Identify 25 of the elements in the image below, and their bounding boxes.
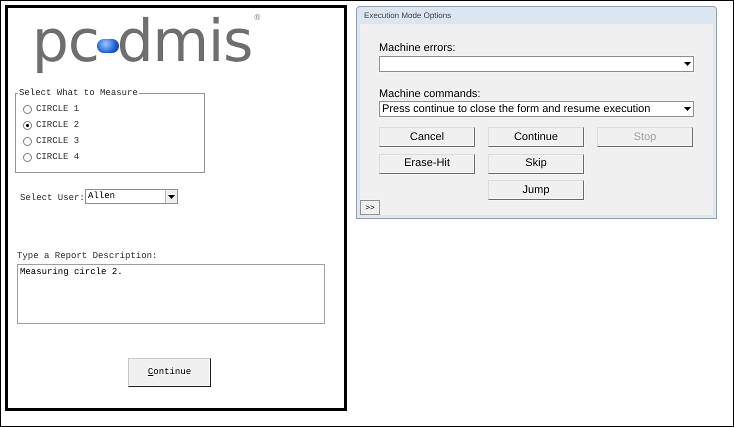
expand-button[interactable]: >> <box>360 200 380 215</box>
field-label: Machine commands: <box>379 87 480 102</box>
field-label: Machine errors: <box>379 41 456 56</box>
logo-text: dmis <box>116 12 252 70</box>
radio-label: CIRCLE 2 <box>36 119 80 131</box>
registered-mark: ® <box>253 12 262 24</box>
dialog-button[interactable]: Erase-Hit <box>379 154 475 174</box>
window-title: Execution Mode Options <box>363 10 452 22</box>
dialog-button[interactable]: Continue <box>488 127 584 147</box>
field-label: Select User: <box>20 192 85 205</box>
user-dropdown[interactable]: Allen <box>85 189 178 204</box>
radio-button[interactable] <box>23 120 32 130</box>
field-label: Type a Report Description: <box>17 250 158 263</box>
dialog-button[interactable]: Jump <box>488 180 584 200</box>
dialog-button[interactable]: Skip <box>488 154 584 174</box>
radio-button[interactable] <box>23 104 32 114</box>
commands-dropdown[interactable]: Press continue to close the form and resume execution <box>379 101 694 117</box>
radio-button[interactable] <box>23 152 32 162</box>
description-field[interactable]: Measuring circle 2. <box>17 264 325 324</box>
radio-button[interactable] <box>23 136 32 146</box>
continue-button[interactable]: Continue <box>128 358 211 387</box>
dialog-button[interactable]: Cancel <box>379 127 475 147</box>
radio-label: CIRCLE 4 <box>36 151 80 163</box>
radio-label: CIRCLE 3 <box>36 135 80 147</box>
radio-label: CIRCLE 1 <box>36 103 80 115</box>
